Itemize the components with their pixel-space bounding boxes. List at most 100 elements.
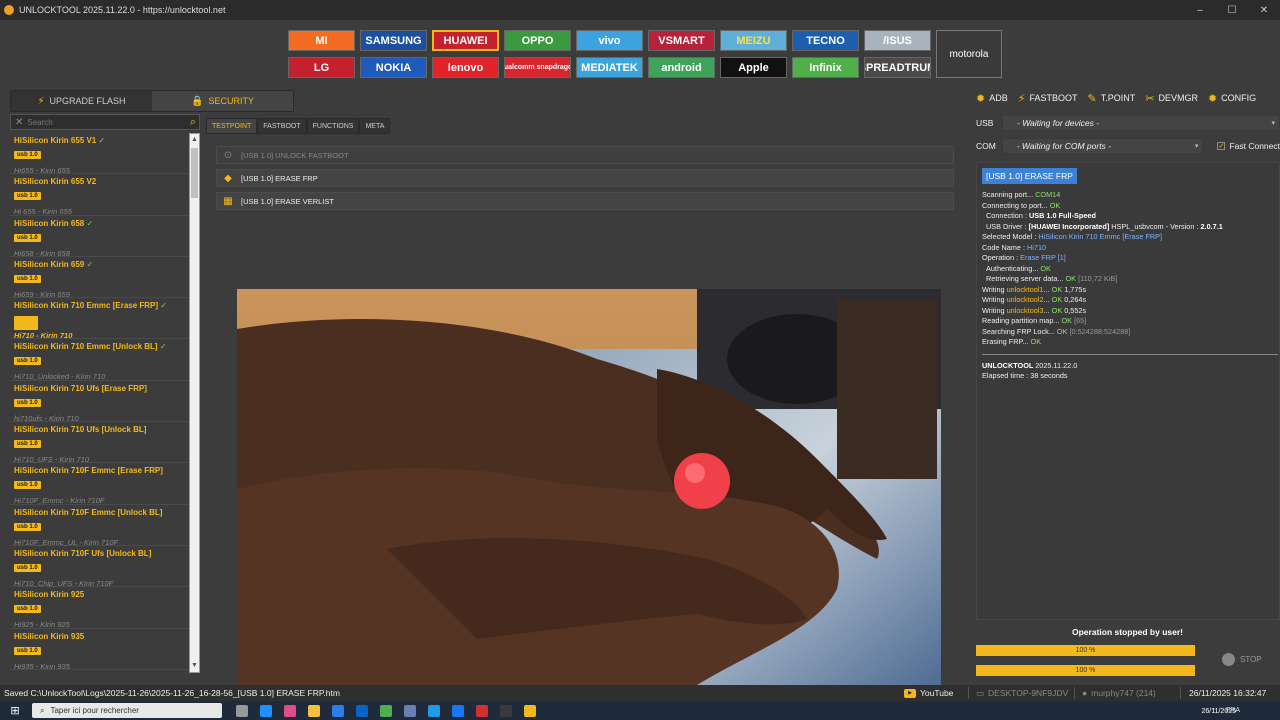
brand-button-mediatek[interactable]: MEDIATEK — [576, 57, 643, 78]
brand-button-lenovo[interactable]: lenovo — [432, 57, 499, 78]
copilot-icon[interactable] — [284, 704, 296, 717]
unlock-fastboot-button[interactable]: ⊙ [USB 1.0] UNLOCK FASTBOOT — [216, 146, 954, 164]
fast-connect-checkbox[interactable]: ✓ Fast Connect — [1217, 141, 1280, 151]
tab-meta[interactable]: META — [359, 118, 391, 134]
brand-label: Apple — [738, 61, 769, 74]
edge-icon[interactable] — [260, 704, 272, 717]
erase-verlist-button[interactable]: ▦ [USB 1.0] ERASE VERLIST — [216, 192, 954, 210]
config-button[interactable]: ✹ CONFIG — [1208, 92, 1256, 105]
usb-badge: usb 1.0 — [14, 151, 41, 159]
taskbar-search[interactable]: ⌕ Taper ici pour rechercher — [32, 703, 222, 718]
store-icon[interactable] — [332, 704, 344, 717]
tpoint-button[interactable]: ✎ T.POINT — [1087, 92, 1135, 105]
app-icon[interactable] — [476, 704, 488, 717]
brand-button-android[interactable]: android — [648, 57, 715, 78]
user-icon: ● — [1082, 688, 1088, 698]
brand-button-samsung[interactable]: SAMSUNG — [360, 30, 427, 51]
task-view-icon[interactable] — [236, 704, 248, 717]
adb-button[interactable]: ✹ ADB — [976, 92, 1008, 105]
brand-button-oppo[interactable]: OPPO — [504, 30, 571, 51]
list-item[interactable]: HiSilicon Kirin 710 Emmc [Unlock BL] ✓ us… — [10, 339, 190, 381]
youtube-link[interactable]: ▶ YouTube — [904, 688, 953, 698]
tab-fastboot[interactable]: FASTBOOT — [257, 118, 307, 134]
com-label: COM — [976, 141, 996, 151]
window-title: UNLOCKTOOL 2025.11.22.0 - https://unlock… — [19, 5, 226, 15]
list-item[interactable]: HiSilicon Kirin 659 ✓ usb 1.0 Hi659 - Kiri… — [10, 257, 190, 299]
stop-button[interactable]: STOP — [1222, 653, 1262, 666]
app-icon[interactable] — [500, 704, 512, 717]
clear-icon[interactable]: ✕ — [15, 117, 23, 128]
brand-button--isus[interactable]: /ISUS — [864, 30, 931, 51]
chevron-down-icon: ▾ — [1271, 120, 1275, 127]
list-item[interactable]: HiSilicon Kirin 710F Emmc [Unlock BL] us… — [10, 505, 190, 547]
brand-button-mi[interactable]: MI — [288, 30, 355, 51]
list-item[interactable]: HiSilicon Kirin 658 ✓ usb 1.0 Hi658 - Kiri… — [10, 216, 190, 258]
scroll-down-icon[interactable]: ▼ — [190, 661, 199, 671]
model-list-scrollbar[interactable]: ▲ ▼ — [189, 133, 200, 673]
list-item[interactable]: HiSilicon Kirin 710 Ufs [Unlock BL] usb … — [10, 422, 190, 464]
usb-badge: usb 1.0 — [14, 646, 41, 655]
brand-button-apple[interactable]: Apple — [720, 57, 787, 78]
model-name: HiSilicon Kirin 710F Emmc [Unlock BL] — [14, 507, 163, 517]
list-item[interactable]: HiSilicon Kirin 710F Ufs [Unlock BL] usb… — [10, 546, 190, 588]
operation-status: Operation stopped by user! — [1072, 627, 1183, 637]
search-icon[interactable]: ⌕ — [190, 116, 196, 129]
list-item[interactable]: HiSilicon Kirin 925 usb 1.0 Hi925 - Kirin… — [10, 587, 190, 629]
brand-label: lenovo — [447, 61, 484, 74]
brand-button-infinix[interactable]: Infinix — [792, 57, 859, 78]
brand-button-qualcomm-snapdragon[interactable]: Qualcomm snapdragon — [504, 57, 571, 78]
usb-select[interactable]: - Waiting for devices - ▾ — [1002, 115, 1280, 131]
app-icon[interactable] — [404, 704, 416, 717]
file-explorer-icon[interactable] — [308, 704, 320, 717]
brand-button-meizu[interactable]: MEIZU — [720, 30, 787, 51]
progress-bar-1: 100 % — [976, 645, 1195, 656]
list-item[interactable]: HiSilicon Kirin 655 V1 ✓ usb 1.0 Hi655 - K… — [10, 133, 190, 175]
model-list[interactable]: HiSilicon Kirin 655 V1 ✓ usb 1.0 Hi655 - K… — [10, 133, 190, 673]
list-item[interactable]: HiSilicon Kirin 655 V2 usb 1.0 Hi 655 - K… — [10, 174, 190, 216]
tab-security[interactable]: 🔒 SECURITY — [152, 91, 293, 111]
scroll-up-icon[interactable]: ▲ — [190, 135, 199, 145]
list-item[interactable]: HiSilicon Kirin 710 Ufs [Erase FRP] usb … — [10, 381, 190, 423]
outlook-icon[interactable] — [356, 704, 368, 717]
model-name: HiSilicon Kirin 655 V1 ✓ — [14, 136, 106, 145]
youtube-icon: ▶ — [904, 688, 916, 698]
brand-button-vsmart[interactable]: VSMART — [648, 30, 715, 51]
windows-start-icon[interactable]: ⊞ — [6, 701, 24, 720]
list-item[interactable]: HiSilicon Kirin 935 usb 1.0 Hi935 - Kirin… — [10, 629, 190, 671]
brand-button-vivo[interactable]: vivo — [576, 30, 643, 51]
brand-button-nokia[interactable]: NOKIA — [360, 57, 427, 78]
close-icon[interactable]: ✕ — [1248, 0, 1280, 20]
brand-button-lg[interactable]: LG — [288, 57, 355, 78]
brand-button-spreadtrum[interactable]: SPREADTRUM — [864, 57, 931, 78]
progress-text: 100 % — [1075, 667, 1096, 674]
erase-frp-button[interactable]: ◆ [USB 1.0] ERASE FRP — [216, 169, 954, 187]
tab-functions[interactable]: FUNCTIONS — [306, 118, 360, 134]
settings-icon: ✹ — [1207, 92, 1218, 105]
tab-testpoint[interactable]: TESTPOINT — [206, 118, 258, 134]
brand-label: MEIZU — [736, 34, 771, 47]
com-select[interactable]: - Waiting for COM ports - ▾ — [1001, 138, 1204, 154]
status-datetime: 26/11/2025 16:32:47 — [1189, 688, 1267, 698]
grid-icon: ▦ — [223, 195, 233, 207]
app-icon[interactable] — [428, 704, 440, 717]
chrome-icon[interactable] — [380, 704, 392, 717]
list-item[interactable]: HiSilicon Kirin 710F Emmc [Erase FRP] us… — [10, 463, 190, 505]
brand-label: MI — [315, 34, 328, 47]
fastboot-button[interactable]: ⚡ FASTBOOT — [1018, 92, 1078, 105]
devmgr-button[interactable]: ✂ DEVMGR — [1145, 92, 1198, 105]
brand-button-tecno[interactable]: TECNO — [792, 30, 859, 51]
usb-badge: usb 1.0 — [14, 522, 41, 531]
maximize-icon[interactable]: ☐ — [1216, 0, 1248, 20]
unlocktool-taskbar-icon[interactable] — [524, 704, 536, 717]
taskbar-apps — [236, 704, 536, 717]
minimize-icon[interactable]: – — [1184, 0, 1216, 20]
list-item[interactable]: HiSilicon Kirin 710 Emmc [Erase FRP] ✓ us… — [10, 298, 190, 340]
taskbar-clock[interactable]: 26/11/2025 — [1201, 708, 1236, 715]
app-icon[interactable] — [452, 704, 464, 717]
log-line: UNLOCKTOOL 2025.11.22.0 — [982, 360, 1078, 370]
scroll-thumb[interactable] — [191, 148, 198, 198]
tab-upgrade-flash[interactable]: ⚡ UPGRADE FLASH — [11, 91, 152, 111]
brand-button-motorola[interactable]: motorola — [936, 30, 1002, 78]
brand-button-huawei[interactable]: HUAWEI — [432, 30, 499, 51]
search-input[interactable] — [27, 117, 190, 127]
